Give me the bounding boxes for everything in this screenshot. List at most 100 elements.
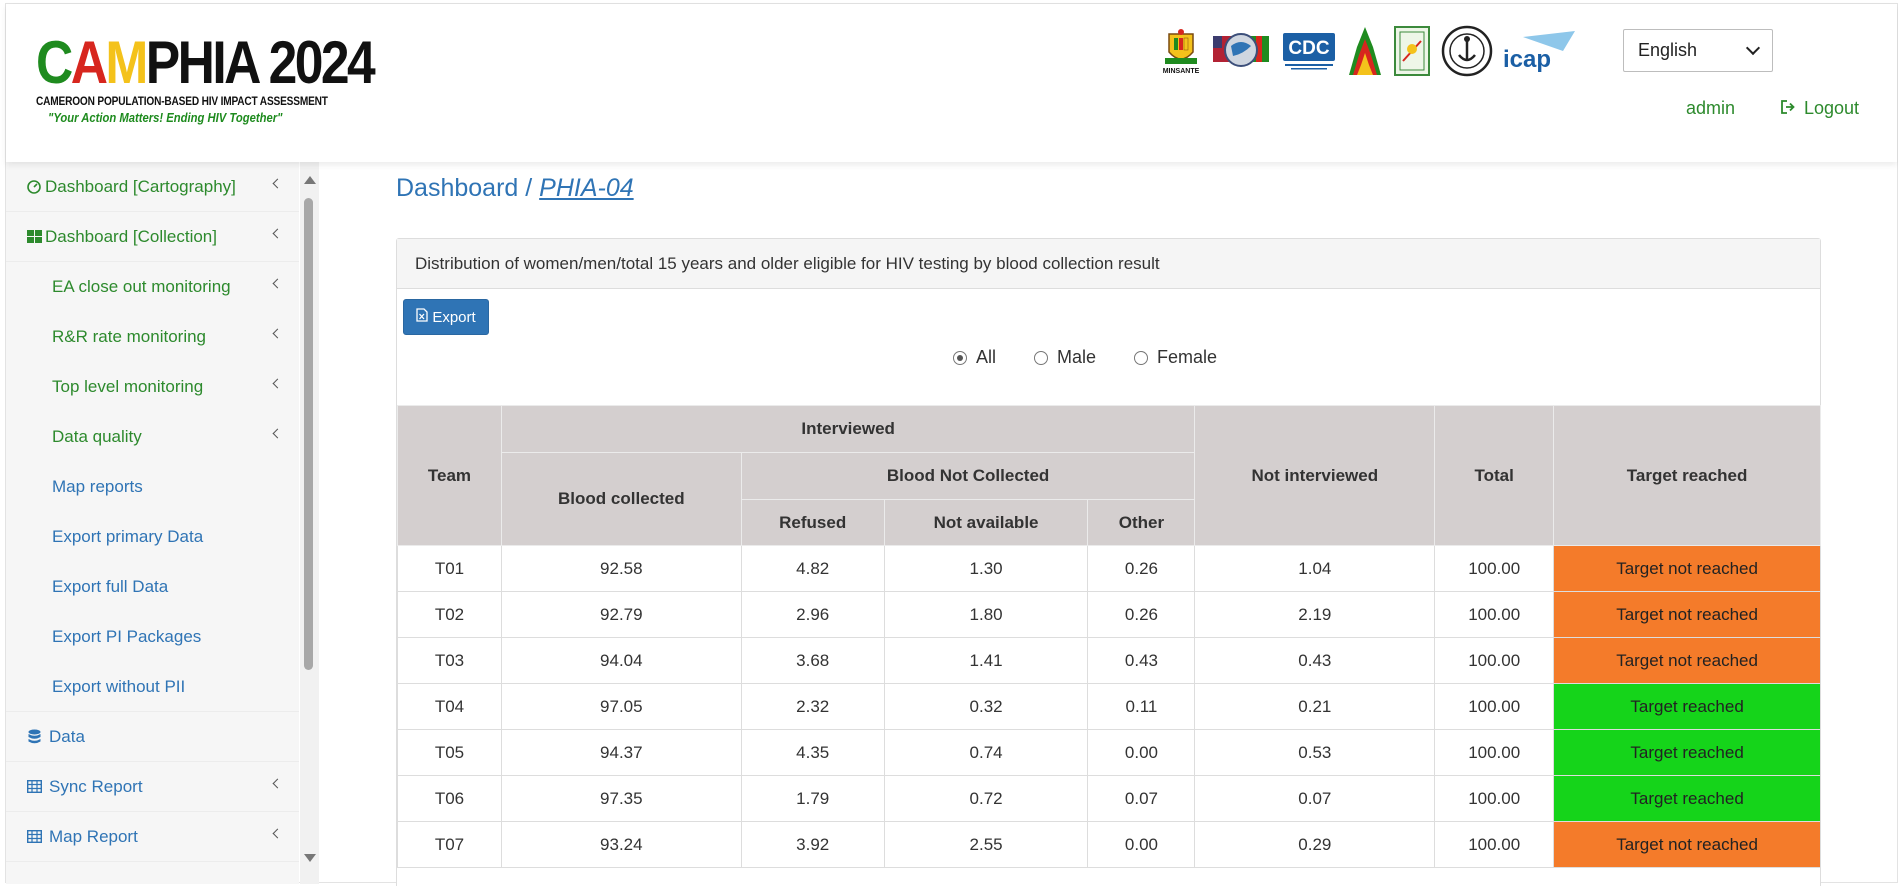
sidebar-scrollbar[interactable] bbox=[300, 162, 319, 884]
cell-refused: 2.96 bbox=[740, 591, 885, 638]
radio-all[interactable]: All bbox=[953, 347, 996, 368]
sidebar-item-label: R&R rate monitoring bbox=[52, 327, 207, 346]
minsante-coat-of-arms-icon: MINSANTE bbox=[1161, 28, 1201, 75]
cell-total: 100.00 bbox=[1434, 775, 1555, 822]
user-admin-link[interactable]: admin bbox=[1686, 98, 1735, 119]
language-value: English bbox=[1638, 40, 1698, 60]
cell-total: 100.00 bbox=[1434, 637, 1555, 684]
cell-blood-collected: 92.58 bbox=[500, 545, 742, 592]
radio-female[interactable]: Female bbox=[1134, 347, 1217, 368]
sidebar-item-export-without-pii[interactable]: Export without PII bbox=[6, 662, 299, 712]
radio-female-circle[interactable] bbox=[1134, 350, 1149, 365]
radio-male-circle[interactable] bbox=[1034, 350, 1049, 365]
cell-not-interviewed: 0.07 bbox=[1194, 775, 1436, 822]
cell-team: T07 bbox=[397, 821, 502, 868]
sidebar-item-export-full[interactable]: Export full Data bbox=[6, 562, 299, 612]
chevron-left-icon bbox=[272, 228, 283, 239]
sidebar-item-data[interactable]: Data bbox=[6, 712, 299, 762]
table-row: T03 94.04 3.68 1.41 0.43 0.43 100.00 Tar… bbox=[397, 637, 1821, 684]
header-refused: Refused bbox=[740, 499, 885, 546]
header-blood-collected: Blood collected bbox=[500, 452, 742, 546]
cell-not-interviewed: 0.53 bbox=[1194, 729, 1436, 776]
sidebar-item-rr-rate[interactable]: R&R rate monitoring bbox=[6, 312, 299, 362]
scroll-up-arrow-icon[interactable] bbox=[304, 176, 316, 184]
cell-other: 0.26 bbox=[1087, 591, 1196, 638]
cell-other: 0.43 bbox=[1087, 637, 1196, 684]
cell-refused: 1.79 bbox=[740, 775, 885, 822]
cdc-logo-icon: CDC bbox=[1281, 31, 1337, 71]
breadcrumb-current-link[interactable]: PHIA-04 bbox=[539, 174, 633, 202]
sidebar-item-label: Data bbox=[49, 726, 85, 746]
chevron-left-icon bbox=[272, 778, 283, 789]
cell-total: 100.00 bbox=[1434, 821, 1555, 868]
language-select[interactable]: English bbox=[1623, 29, 1773, 72]
table-icon bbox=[26, 779, 42, 795]
sidebar-item-map-reports[interactable]: Map reports bbox=[6, 462, 299, 512]
sidebar-item-label: Export full Data bbox=[52, 577, 169, 596]
cell-blood-collected: 94.37 bbox=[500, 729, 742, 776]
sidebar-item-label: Map Report bbox=[49, 826, 138, 846]
sidebar-item-data-quality[interactable]: Data quality bbox=[6, 412, 299, 462]
icap-logo-icon: icap bbox=[1503, 29, 1577, 73]
cell-not-interviewed: 1.04 bbox=[1194, 545, 1436, 592]
cell-refused: 3.68 bbox=[740, 637, 885, 684]
chevron-left-icon bbox=[272, 328, 283, 339]
cell-not-available: 0.74 bbox=[883, 729, 1089, 776]
sidebar-item-top-level[interactable]: Top level monitoring bbox=[6, 362, 299, 412]
sidebar-item-label: Export without PII bbox=[52, 676, 186, 696]
logout-link[interactable]: Logout bbox=[1781, 98, 1859, 119]
chevron-left-icon bbox=[272, 178, 283, 189]
file-excel-icon bbox=[416, 308, 428, 326]
table-row: T02 92.79 2.96 1.80 0.26 2.19 100.00 Tar… bbox=[397, 591, 1821, 638]
sidebar-item-export-primary[interactable]: Export primary Data bbox=[6, 512, 299, 562]
cell-team: T05 bbox=[397, 729, 502, 776]
app-frame: CAMPHIA 2024 CAMEROON POPULATION-BASED H… bbox=[5, 3, 1898, 886]
pepfar-flags-globe-icon bbox=[1211, 28, 1271, 74]
camphia-logo[interactable]: CAMPHIA 2024 CAMEROON POPULATION-BASED H… bbox=[36, 29, 376, 126]
header-target-reached: Target reached bbox=[1553, 405, 1821, 546]
chevron-left-icon bbox=[272, 278, 283, 289]
export-button[interactable]: Export bbox=[403, 299, 489, 335]
cell-blood-collected: 92.79 bbox=[500, 591, 742, 638]
cell-team: T04 bbox=[397, 683, 502, 730]
report-panel: Distribution of women/men/total 15 years… bbox=[396, 238, 1821, 886]
sidebar-item-label: Dashboard [Cartography] bbox=[45, 176, 236, 196]
breadcrumb-root[interactable]: Dashboard bbox=[396, 174, 518, 202]
green-document-logo-icon bbox=[1393, 25, 1431, 77]
cell-not-available: 1.80 bbox=[883, 591, 1089, 638]
circular-seal-icon bbox=[1441, 25, 1493, 77]
radio-all-label: All bbox=[976, 347, 997, 367]
sidebar-item-dashboard-collection[interactable]: Dashboard [Collection] bbox=[6, 212, 299, 262]
database-icon bbox=[26, 729, 42, 745]
header-total: Total bbox=[1434, 405, 1555, 546]
sidebar-item-label: Sync Report bbox=[49, 776, 143, 796]
sidebar-item-dashboard-cartography[interactable]: Dashboard [Cartography] bbox=[6, 162, 299, 212]
sidebar-item-label: Data quality bbox=[52, 427, 142, 446]
sidebar-item-ea-close-out[interactable]: EA close out monitoring bbox=[6, 262, 299, 312]
sidebar-item-map-report[interactable]: Map Report bbox=[6, 812, 299, 862]
cell-refused: 3.92 bbox=[740, 821, 885, 868]
radio-male[interactable]: Male bbox=[1034, 347, 1096, 368]
export-label: Export bbox=[432, 308, 476, 326]
sidebar-item-sync-report[interactable]: Sync Report bbox=[6, 762, 299, 812]
sex-filter-radios: All Male Female bbox=[953, 347, 1255, 368]
scrollbar-thumb[interactable] bbox=[304, 198, 313, 670]
scroll-down-arrow-icon[interactable] bbox=[304, 854, 316, 862]
cell-refused: 2.32 bbox=[740, 683, 885, 730]
sidebar-item-label: Top level monitoring bbox=[52, 377, 204, 396]
top-header: CAMPHIA 2024 CAMEROON POPULATION-BASED H… bbox=[6, 4, 1897, 162]
cell-not-available: 2.55 bbox=[883, 821, 1089, 868]
header-not-available: Not available bbox=[883, 499, 1089, 546]
cell-refused: 4.82 bbox=[740, 545, 885, 592]
cell-not-interviewed: 0.21 bbox=[1194, 683, 1436, 730]
radio-all-circle[interactable] bbox=[953, 350, 967, 365]
logo-letter-c: C bbox=[36, 29, 73, 96]
sidebar-item-export-pi[interactable]: Export PI Packages bbox=[6, 612, 299, 662]
table-body: T01 92.58 4.82 1.30 0.26 1.04 100.00 Tar… bbox=[397, 545, 1821, 868]
sidebar-item-label: Export primary Data bbox=[52, 527, 204, 546]
sign-out-icon bbox=[1781, 98, 1797, 119]
breadcrumb: Dashboard / PHIA-04 bbox=[396, 174, 634, 203]
cell-not-available: 1.30 bbox=[883, 545, 1089, 592]
table-row: T07 93.24 3.92 2.55 0.00 0.29 100.00 Tar… bbox=[397, 821, 1821, 868]
cell-other: 0.00 bbox=[1087, 729, 1196, 776]
